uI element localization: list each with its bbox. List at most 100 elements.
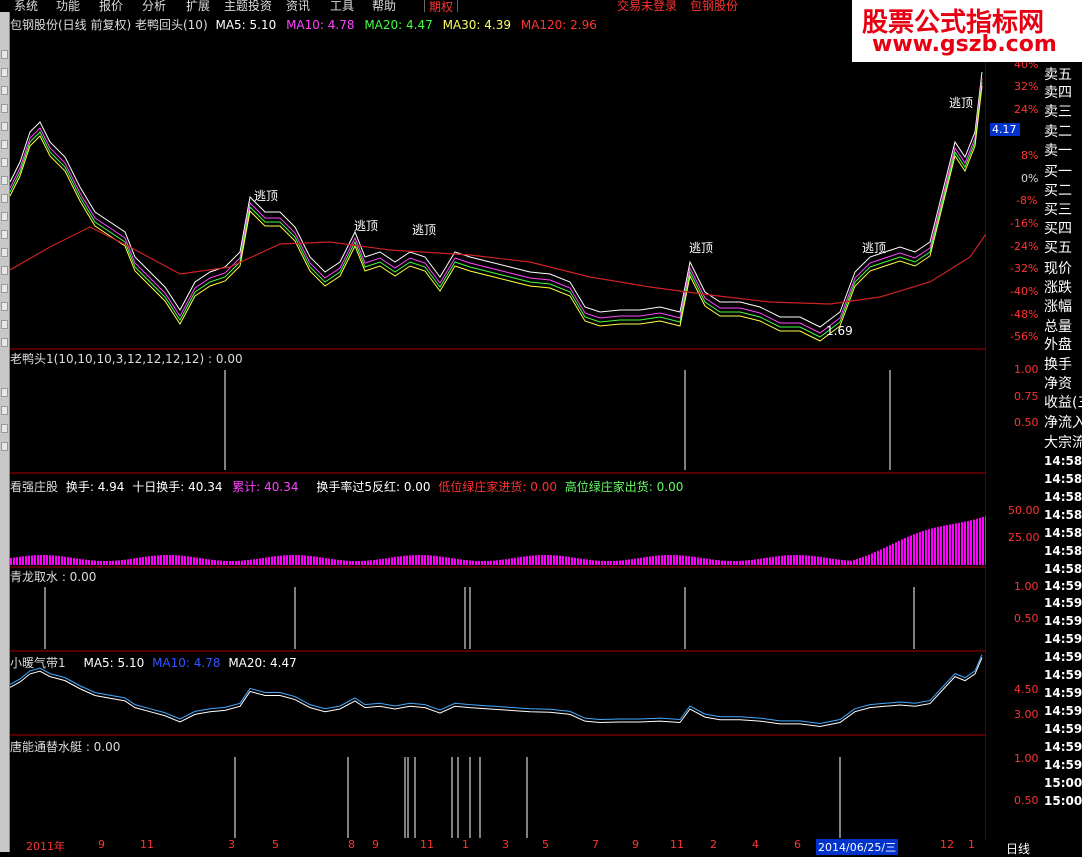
volume-bar <box>445 557 447 565</box>
quote-label: 买四 <box>1044 221 1072 237</box>
low-price-label: 1.69 <box>826 324 853 338</box>
menu-quote[interactable]: 报价 <box>99 0 123 12</box>
volume-bar <box>796 555 798 565</box>
menu-system[interactable]: 系统 <box>14 0 38 12</box>
volume-bar <box>892 543 894 565</box>
volume-bar <box>625 559 627 565</box>
volume-bar <box>898 540 900 565</box>
period-button[interactable]: 期权 <box>424 0 459 12</box>
axis-label: 4.50 <box>1014 683 1039 696</box>
volume-bar <box>598 560 600 565</box>
volume-bar <box>31 555 33 565</box>
date-tick: 9 <box>632 838 639 851</box>
logo-url: www.gszb.com <box>872 32 1057 57</box>
volume-bar <box>979 517 981 565</box>
volume-bar <box>904 538 906 565</box>
volume-bar <box>871 553 873 565</box>
volume-bar <box>709 559 711 565</box>
toolbar-button[interactable] <box>1 212 8 221</box>
toolbar-button[interactable] <box>1 68 8 77</box>
volume-bar <box>250 559 252 565</box>
volume-bar <box>469 560 471 565</box>
toolbar-button[interactable] <box>1 406 8 415</box>
volume-bar <box>52 555 54 565</box>
volume-bar <box>895 542 897 565</box>
volume-bar <box>955 523 957 565</box>
volume-bar <box>526 556 528 565</box>
stock-name-link[interactable]: 包钢股份 <box>690 0 738 12</box>
toolbar-button[interactable] <box>1 122 8 131</box>
toolbar-button[interactable] <box>1 388 8 397</box>
login-status[interactable]: 交易未登录 <box>617 0 677 12</box>
menu-news[interactable]: 资讯 <box>286 0 310 12</box>
toolbar-button[interactable] <box>1 86 8 95</box>
toolbar-button[interactable] <box>1 104 8 113</box>
volume-bar <box>673 555 675 565</box>
volume-bar <box>667 555 669 565</box>
menu-theme-invest[interactable]: 主题投资 <box>224 0 272 12</box>
volume-bar <box>82 559 84 565</box>
ma10-line <box>10 77 983 334</box>
quote-label: 换手 <box>1044 357 1072 373</box>
volume-bar <box>151 555 153 565</box>
date-tick: 4 <box>752 838 759 851</box>
kline-chart-svg[interactable]: 逃顶逃顶 逃顶逃顶 逃顶逃顶1.69 <box>10 12 986 840</box>
tick-time: 14:59 <box>1044 704 1082 718</box>
toolbar-button[interactable] <box>1 424 8 433</box>
volume-bar <box>61 556 63 565</box>
tick-time: 14:59 <box>1044 740 1082 754</box>
toolbar-button[interactable] <box>1 230 8 239</box>
panel5-title: 小暖气带1 <box>10 656 66 670</box>
toolbar-button[interactable] <box>1 248 8 257</box>
axis-label: 0.75 <box>1014 390 1039 403</box>
volume-bar <box>145 556 147 565</box>
volume-bar <box>574 557 576 565</box>
axis-label: 50.00 <box>1008 504 1040 517</box>
toolbar-button[interactable] <box>1 158 8 167</box>
menu-function[interactable]: 功能 <box>56 0 80 12</box>
volume-bar <box>775 556 777 565</box>
volume-bar <box>280 555 282 565</box>
duck-head-signal-plot <box>224 370 891 470</box>
volume-bar <box>409 555 411 565</box>
toolbar-button[interactable] <box>1 194 8 203</box>
volume-bar <box>166 555 168 565</box>
selected-date-box: 2014/06/25/三 <box>816 839 899 855</box>
volume-bar <box>793 555 795 565</box>
current-price-tag: 4.17 <box>990 123 1020 136</box>
menu-tools[interactable]: 工具 <box>330 0 354 12</box>
quote-label: 总量 <box>1044 319 1072 335</box>
toolbar-button[interactable] <box>1 320 8 329</box>
toolbar-button[interactable] <box>1 176 8 185</box>
toolbar-button[interactable] <box>1 266 8 275</box>
volume-bar <box>238 560 240 565</box>
volume-bar <box>823 557 825 565</box>
volume-bar <box>22 556 24 565</box>
volume-bar <box>55 555 57 565</box>
tick-time: 14:58 <box>1044 472 1082 486</box>
toolbar-button[interactable] <box>1 140 8 149</box>
volume-bar <box>370 560 372 565</box>
axis-label: 0.50 <box>1014 612 1039 625</box>
chart-area[interactable]: 逃顶 逃顶 逃顶 逃顶 逃顶 逃顶 1.69 包钢股份(日线 前复权) 老鸭回头(10) M… <box>10 12 986 840</box>
volume-bar <box>565 556 567 565</box>
volume-bar <box>877 550 879 565</box>
volume-bar <box>931 528 933 565</box>
toolbar-button[interactable] <box>1 338 8 347</box>
toolbar-button[interactable] <box>1 50 8 59</box>
volume-bar <box>934 527 936 565</box>
menu-extend[interactable]: 扩展 <box>186 0 210 12</box>
volume-bar <box>982 516 984 565</box>
volume-bar <box>838 559 840 565</box>
toolbar-button[interactable] <box>1 302 8 311</box>
menu-analysis[interactable]: 分析 <box>142 0 166 12</box>
volume-bar <box>451 558 453 565</box>
volume-bar <box>493 560 495 565</box>
volume-bar <box>913 534 915 565</box>
volume-bar <box>475 560 477 565</box>
toolbar-button[interactable] <box>1 442 8 451</box>
menu-help[interactable]: 帮助 <box>372 0 396 12</box>
tick-time: 14:59 <box>1044 758 1082 772</box>
volume-bar <box>556 555 558 565</box>
toolbar-button[interactable] <box>1 284 8 293</box>
